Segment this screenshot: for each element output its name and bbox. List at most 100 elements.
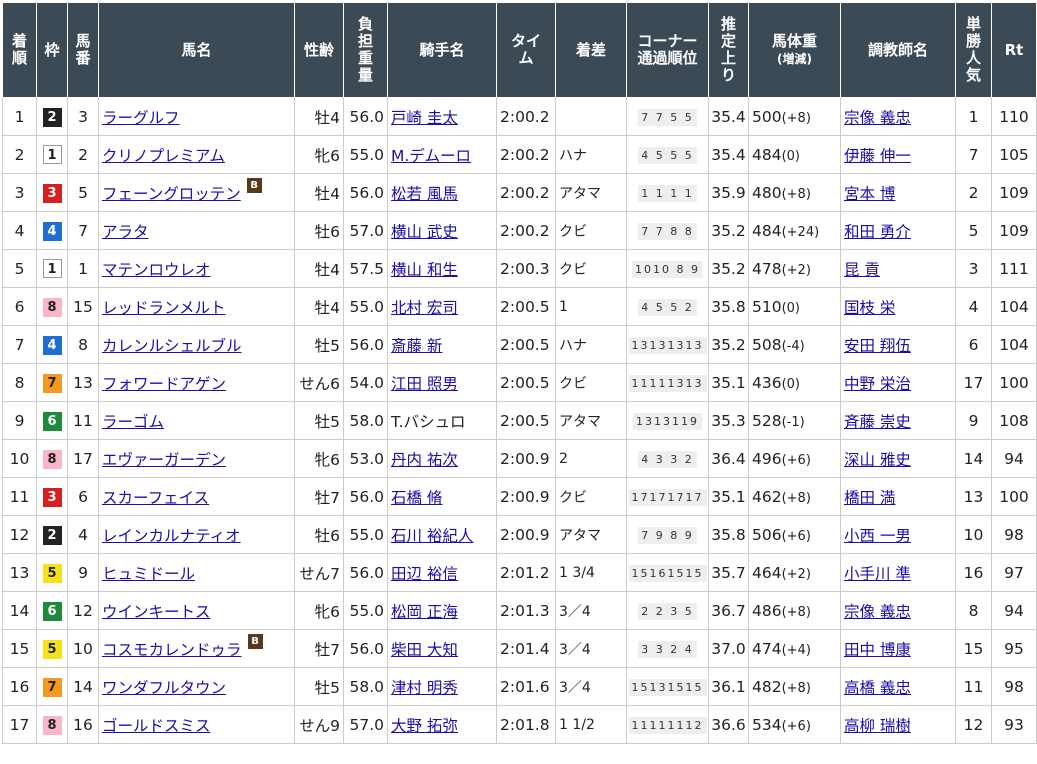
trainer-name-link[interactable]: 高柳 瑞樹 — [844, 717, 911, 735]
horse-name-link[interactable]: カレンルシェルブル — [102, 337, 242, 355]
jockey-name-link[interactable]: 石橋 脩 — [391, 489, 442, 507]
waku-cell: 4 — [36, 325, 68, 364]
trainer-name-link[interactable]: 伊藤 伸一 — [844, 147, 911, 165]
trainer-name-link[interactable]: 国枝 栄 — [844, 299, 895, 317]
header-jockey: 騎手名 — [387, 2, 497, 98]
jockey-name-link[interactable]: 丹内 祐次 — [391, 451, 458, 469]
last3f-cell: 36.6 — [708, 705, 749, 744]
jockey-name-link[interactable]: 江田 照男 — [391, 375, 458, 393]
time-cell: 2:00.5 — [496, 363, 556, 402]
trainer-name-link[interactable]: 中野 栄治 — [844, 375, 911, 393]
horse-cell: エヴァーガーデン — [98, 439, 295, 478]
jockey-name-link[interactable]: 田辺 裕信 — [391, 565, 458, 583]
jockey-name-link[interactable]: 大野 拓弥 — [391, 717, 458, 735]
trainer-name-link[interactable]: 宗像 義忠 — [844, 109, 911, 127]
margin-cell: 2 — [555, 439, 627, 478]
horse-name-link[interactable]: コスモカレンドゥラ — [102, 641, 242, 659]
trainer-name-link[interactable]: 橋田 満 — [844, 489, 895, 507]
waku-cell: 7 — [36, 363, 68, 402]
trainer-name-link[interactable]: 小手川 準 — [844, 565, 911, 583]
last3f-cell: 35.4 — [708, 135, 749, 174]
body-weight-value: 510 — [752, 297, 782, 316]
body-weight-cell: 474(+4) — [748, 629, 841, 668]
header-popularity-label: 単勝人気 — [965, 15, 981, 84]
trainer-name-link[interactable]: 高橋 義忠 — [844, 679, 911, 697]
jockey-name-link[interactable]: 柴田 大知 — [391, 641, 458, 659]
jockey-name-link[interactable]: 横山 和生 — [391, 261, 458, 279]
weight-cell: 57.5 — [343, 249, 388, 288]
time-cell: 2:00.9 — [496, 439, 556, 478]
time-cell: 2:01.6 — [496, 667, 556, 706]
table-row: 1 2 3 ラーグルフ 牡4 56.0 戸崎 圭太 2:00.2 7 7 5 5 35.4 500(… — [2, 97, 1037, 136]
horse-name-link[interactable]: スカーフェイス — [102, 489, 209, 507]
horse-cell: クリノプレミアム — [98, 135, 295, 174]
popularity-cell: 4 — [955, 287, 992, 326]
corner-positions: 7 7 8 8 — [638, 223, 697, 240]
horse-name-link[interactable]: フォワードアゲン — [102, 375, 226, 393]
trainer-cell: 小西 一男 — [840, 515, 956, 554]
horse-name-link[interactable]: ゴールドスミス — [102, 717, 211, 735]
jockey-name-link[interactable]: 松岡 正海 — [391, 603, 458, 621]
body-weight-cell: 464(+2) — [748, 553, 841, 592]
jockey-cell: 斎藤 新 — [387, 325, 497, 364]
trainer-name-link[interactable]: 斉藤 崇史 — [844, 413, 911, 431]
header-body-weight-sub: (増減) — [777, 51, 812, 66]
trainer-name-link[interactable]: 安田 翔伍 — [844, 337, 911, 355]
trainer-cell: 橋田 満 — [840, 477, 956, 516]
umaban-cell: 8 — [67, 325, 99, 364]
trainer-name-link[interactable]: 宗像 義忠 — [844, 603, 911, 621]
corner-positions: 7 9 8 9 — [638, 527, 697, 544]
trainer-name-link[interactable]: 和田 勇介 — [844, 223, 911, 241]
umaban-cell: 17 — [67, 439, 99, 478]
jockey-name-link[interactable]: M.デムーロ — [391, 147, 471, 165]
body-weight-diff: (+2) — [781, 566, 811, 582]
umaban-cell: 16 — [67, 705, 99, 744]
trainer-name-link[interactable]: 小西 一男 — [844, 527, 911, 545]
horse-name-link[interactable]: ワンダフルタウン — [102, 679, 226, 697]
jockey-name-link[interactable]: 横山 武史 — [391, 223, 458, 241]
body-weight-value: 484 — [752, 145, 782, 164]
trainer-name-link[interactable]: 昆 貢 — [844, 261, 880, 279]
jockey-name-link[interactable]: 戸崎 圭太 — [391, 109, 458, 127]
horse-name-link[interactable]: アラタ — [102, 223, 149, 241]
trainer-cell: 小手川 準 — [840, 553, 956, 592]
horse-name-link[interactable]: ラーゴム — [102, 413, 164, 431]
last3f-cell: 35.1 — [708, 477, 749, 516]
body-weight-value: 464 — [752, 563, 782, 582]
weight-cell: 56.0 — [343, 97, 388, 136]
jockey-name-link[interactable]: 津村 明秀 — [391, 679, 458, 697]
jockey-name-link[interactable]: 松若 風馬 — [391, 185, 458, 203]
horse-name-link[interactable]: フェーングロッテン — [102, 185, 241, 203]
time-cell: 2:01.2 — [496, 553, 556, 592]
rank-cell: 11 — [2, 477, 37, 516]
body-weight-value: 482 — [752, 677, 782, 696]
horse-name-link[interactable]: レインカルナティオ — [102, 527, 241, 545]
table-row: 10 8 17 エヴァーガーデン 牝6 53.0 丹内 祐次 2:00.9 2 4 3 3 2 36… — [2, 439, 1037, 478]
jockey-name-link[interactable]: 石川 裕紀人 — [391, 527, 473, 545]
horse-name-link[interactable]: エヴァーガーデン — [102, 451, 226, 469]
horse-name-link[interactable]: マテンロウレオ — [102, 261, 211, 279]
header-umaban-label: 馬番 — [75, 32, 91, 67]
jockey-name-link[interactable]: 斎藤 新 — [391, 337, 442, 355]
horse-name-link[interactable]: ウインキートス — [102, 603, 211, 621]
last3f-cell: 37.0 — [708, 629, 749, 668]
jockey-name-link[interactable]: 北村 宏司 — [391, 299, 458, 317]
trainer-cell: 中野 栄治 — [840, 363, 956, 402]
horse-name-link[interactable]: クリノプレミアム — [102, 147, 225, 165]
trainer-name-link[interactable]: 深山 雅史 — [844, 451, 911, 469]
body-weight-value: 534 — [752, 715, 782, 734]
trainer-name-link[interactable]: 田中 博康 — [844, 641, 911, 659]
last3f-cell: 35.2 — [708, 249, 749, 288]
body-weight-value: 478 — [752, 259, 782, 278]
header-waku: 枠 — [36, 2, 68, 98]
horse-name-link[interactable]: ヒュミドール — [102, 565, 195, 583]
trainer-cell: 宗像 義忠 — [840, 591, 956, 630]
rt-cell: 108 — [991, 401, 1037, 440]
horse-name-link[interactable]: ラーグルフ — [102, 109, 180, 127]
header-corner: コーナー通過順位 — [626, 2, 709, 98]
trainer-name-link[interactable]: 宮本 博 — [844, 185, 895, 203]
horse-name-link[interactable]: レッドランメルト — [102, 299, 226, 317]
body-weight-diff: (+6) — [781, 718, 811, 734]
body-weight-cell: 484(0) — [748, 135, 841, 174]
waku-badge: 8 — [42, 449, 62, 469]
